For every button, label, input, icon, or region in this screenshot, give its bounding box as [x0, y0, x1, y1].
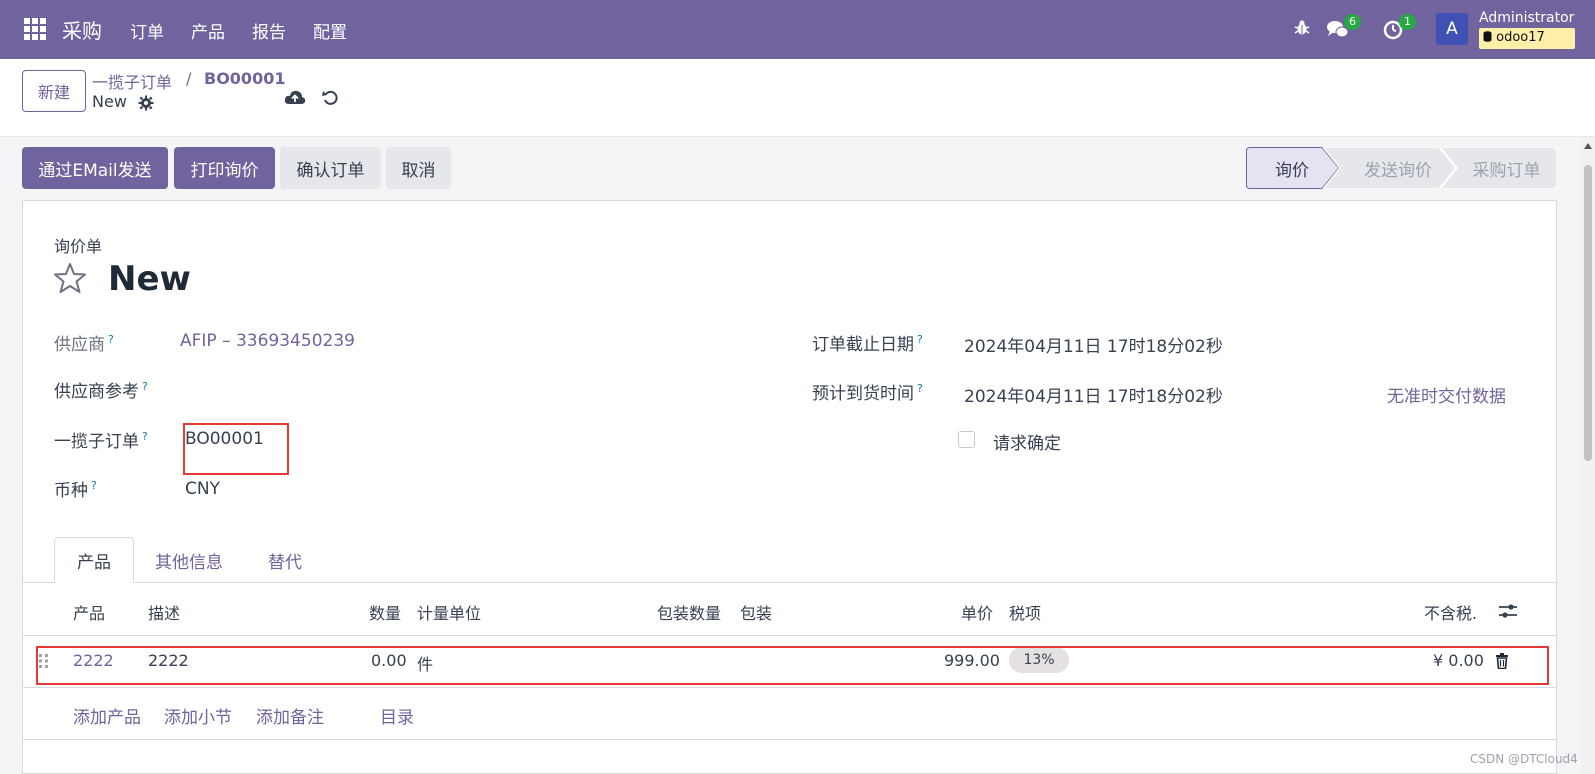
order-deadline-field[interactable]: 2024年04月11日 17时18分02秒: [964, 332, 1223, 357]
cancel-button[interactable]: 取消: [386, 147, 451, 189]
discard-undo-icon[interactable]: [322, 89, 340, 107]
column-header-unit-price[interactable]: 单价: [961, 600, 993, 624]
form-sheet: 询价单 New 供应商? AFIP – 33693450239 供应商参考? 一…: [22, 200, 1557, 774]
apps-menu-icon[interactable]: [24, 18, 46, 40]
table-row[interactable]: [23, 636, 1556, 686]
optional-columns-icon[interactable]: [1498, 603, 1518, 619]
column-header-taxes[interactable]: 税项: [1009, 600, 1041, 624]
breadcrumb-current[interactable]: BO00001: [204, 69, 285, 88]
user-name[interactable]: Administrator: [1479, 10, 1574, 26]
vendor-label: 供应商?: [54, 330, 114, 355]
send-email-button[interactable]: 通过EMail发送: [22, 147, 168, 189]
row-tax-badge[interactable]: 13%: [1009, 647, 1069, 673]
currency-label-text: 币种: [54, 481, 88, 501]
column-header-subtotal[interactable]: 不含税.: [1424, 600, 1477, 624]
tab-other-info[interactable]: 其他信息: [141, 537, 237, 583]
ask-confirmation-checkbox[interactable]: [958, 431, 975, 448]
debug-bug-icon[interactable]: [1293, 19, 1311, 37]
vendor-field[interactable]: AFIP – 33693450239: [180, 331, 355, 351]
table-row-divider: [23, 687, 1556, 688]
blanket-order-field[interactable]: BO00001: [185, 429, 264, 449]
breadcrumb-separator: /: [186, 69, 192, 88]
column-header-packaging[interactable]: 包装: [740, 600, 772, 624]
expected-arrival-label-text: 预计到货时间: [812, 384, 914, 404]
add-section-link[interactable]: 添加小节: [164, 703, 232, 728]
row-description[interactable]: 2222: [148, 651, 189, 670]
scroll-up-arrow-icon[interactable]: [1584, 143, 1592, 149]
save-cloud-icon[interactable]: [284, 89, 306, 107]
scrollbar[interactable]: [1581, 137, 1595, 774]
tab-alternatives[interactable]: 替代: [245, 537, 325, 583]
trash-delete-icon[interactable]: [1495, 653, 1509, 669]
table-footer-divider: [23, 739, 1556, 740]
stage-rfq-sent[interactable]: 发送询价: [1340, 147, 1456, 189]
record-name: New: [92, 92, 127, 111]
vendor-reference-label-text: 供应商参考: [54, 382, 139, 402]
control-panel: 新建 一揽子订单 / BO00001 New: [0, 59, 1595, 137]
add-note-link[interactable]: 添加备注: [256, 703, 324, 728]
vendor-reference-label: 供应商参考?: [54, 377, 148, 402]
row-product[interactable]: 2222: [73, 651, 114, 670]
database-icon: [1483, 31, 1492, 42]
expected-arrival-tooltip-icon[interactable]: ?: [917, 382, 923, 395]
on-time-delivery-link[interactable]: 无准时交付数据: [1387, 382, 1506, 407]
blanket-order-label: 一揽子订单?: [54, 427, 148, 452]
record-title[interactable]: New: [108, 259, 191, 299]
scrollbar-thumb[interactable]: [1584, 165, 1592, 461]
row-uom[interactable]: 件: [417, 651, 433, 675]
database-name: odoo17: [1479, 28, 1575, 49]
database-label: odoo17: [1496, 30, 1545, 45]
activities-count-badge: 1: [1399, 14, 1416, 30]
vendor-reference-field[interactable]: [180, 373, 740, 403]
currency-tooltip-icon[interactable]: ?: [91, 479, 97, 492]
menu-products[interactable]: 产品: [191, 18, 225, 43]
menu-reporting[interactable]: 报告: [252, 18, 286, 43]
catalog-link[interactable]: 目录: [380, 703, 414, 728]
vendor-reference-tooltip-icon[interactable]: ?: [142, 380, 148, 393]
column-header-quantity[interactable]: 数量: [369, 600, 401, 624]
currency-label: 币种?: [54, 476, 97, 501]
app-name[interactable]: 采购: [62, 15, 102, 44]
ask-confirmation-label: 请求确定: [993, 434, 1061, 454]
confirm-order-button[interactable]: 确认订单: [280, 147, 381, 189]
stage-rfq[interactable]: 询价: [1256, 147, 1328, 189]
blanket-order-tooltip-icon[interactable]: ?: [142, 430, 148, 443]
menu-orders[interactable]: 订单: [130, 18, 164, 43]
row-quantity[interactable]: 0.00: [371, 651, 407, 670]
order-deadline-tooltip-icon[interactable]: ?: [917, 333, 923, 346]
tab-products[interactable]: 产品: [54, 537, 134, 583]
expected-arrival-label: 预计到货时间?: [812, 379, 923, 404]
drag-handle-icon[interactable]: [38, 653, 50, 669]
print-rfq-button[interactable]: 打印询价: [174, 147, 275, 189]
menu-configuration[interactable]: 配置: [313, 18, 347, 43]
order-deadline-label-text: 订单截止日期: [812, 335, 914, 355]
column-header-description[interactable]: 描述: [148, 600, 180, 624]
document-type: 询价单: [54, 237, 103, 256]
column-header-uom[interactable]: 计量单位: [417, 600, 481, 624]
stage-purchase-order[interactable]: 采购订单: [1456, 147, 1557, 189]
vendor-tooltip-icon[interactable]: ?: [108, 333, 114, 346]
column-header-packaging-qty[interactable]: 包装数量: [657, 600, 721, 624]
watermark: CSDN @DTCloud4: [1470, 752, 1578, 766]
blanket-order-label-text: 一揽子订单: [54, 432, 139, 452]
row-subtotal: ¥ 0.00: [1433, 651, 1484, 670]
currency-field[interactable]: CNY: [185, 479, 220, 499]
order-deadline-label: 订单截止日期?: [812, 330, 923, 355]
expected-arrival-field[interactable]: 2024年04月11日 17时18分02秒: [964, 382, 1223, 407]
star-favorite-icon[interactable]: [53, 262, 87, 294]
breadcrumb-parent[interactable]: 一揽子订单: [92, 69, 172, 93]
column-header-product[interactable]: 产品: [73, 600, 105, 624]
user-avatar[interactable]: A: [1436, 13, 1468, 45]
messages-count-badge: 6: [1344, 14, 1361, 30]
top-navbar: 采购 订单 产品 报告 配置 6 1 A Administrator odoo1…: [0, 0, 1595, 59]
add-product-link[interactable]: 添加产品: [73, 703, 141, 728]
row-unit-price[interactable]: 999.00: [944, 651, 1000, 670]
new-button[interactable]: 新建: [22, 70, 86, 112]
vendor-label-text: 供应商: [54, 335, 105, 355]
gear-icon[interactable]: [138, 95, 154, 111]
